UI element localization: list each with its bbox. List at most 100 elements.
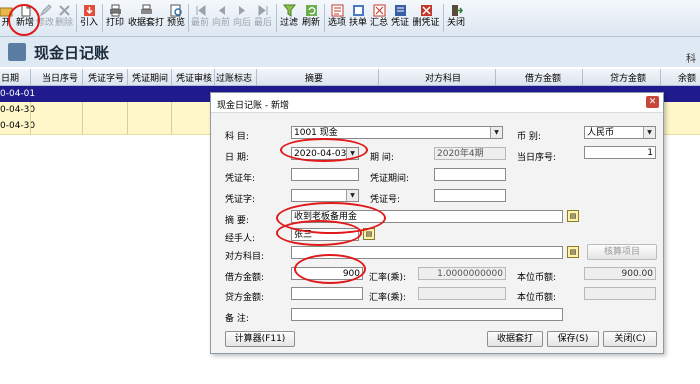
debit-amount-input[interactable]: 900 — [291, 267, 363, 280]
column-divider — [256, 69, 257, 85]
prev-icon — [218, 6, 225, 15]
column-divider — [582, 69, 583, 85]
rate1-value: 1.0000000000 — [437, 269, 503, 279]
preview-button[interactable]: 预览 — [166, 2, 186, 34]
refresh-button[interactable]: 刷新 — [301, 2, 321, 34]
voucher-word-label: 凭证字: — [225, 195, 256, 205]
column-header[interactable]: 过账标志 — [216, 71, 252, 84]
base-currency2-field — [584, 287, 656, 300]
chevron-down-icon[interactable]: ▼ — [346, 148, 358, 159]
preview-icon — [170, 4, 182, 17]
toolbar-divider — [76, 4, 77, 32]
first-record-button[interactable]: 最前 — [190, 2, 210, 34]
options-icon — [331, 4, 343, 17]
base-currency1-label: 本位币额: — [517, 273, 557, 283]
debit-label: 借方金额: — [225, 273, 265, 283]
column-header[interactable]: 对方科目 — [425, 71, 461, 84]
header-right-text: 科 — [686, 54, 696, 65]
delete-button[interactable]: 删除 — [55, 2, 73, 34]
folder-icon — [0, 7, 13, 17]
chevron-down-icon[interactable]: ▼ — [346, 190, 358, 201]
cell-divider — [127, 102, 128, 118]
column-divider — [171, 69, 172, 85]
check-items-button[interactable]: 核算项目 — [587, 244, 657, 260]
chevron-down-icon[interactable]: ▼ — [643, 127, 655, 138]
column-divider — [30, 69, 31, 85]
row-date: 0-04-01 — [0, 89, 36, 99]
toolbar-divider — [324, 4, 325, 32]
voucher-year-input[interactable] — [291, 168, 359, 181]
column-divider — [214, 69, 215, 85]
summary-input[interactable]: 收到老板备用金 — [291, 210, 563, 223]
column-header[interactable]: 凭证期间 — [132, 71, 168, 84]
receipt-print-button[interactable]: 收据套打 — [126, 2, 166, 34]
subject-select[interactable]: 1001 现金 ▼ — [291, 126, 503, 139]
rate2-label: 汇率(乘): — [369, 293, 407, 303]
filter-button[interactable]: 过滤 — [279, 2, 299, 34]
summary-icon — [373, 4, 385, 17]
column-header[interactable]: 凭证审核 — [176, 71, 212, 84]
summary-lookup-icon[interactable]: ▤ — [567, 210, 579, 222]
ledger-icon — [8, 43, 26, 61]
date-value: 2020-04-03 — [294, 149, 347, 159]
calculator-button[interactable]: 计算器(F11) — [225, 331, 295, 347]
last-icon — [258, 5, 267, 16]
handler-input[interactable]: 张三 — [291, 228, 359, 241]
receipt-print-icon — [140, 4, 152, 14]
column-divider — [127, 69, 128, 85]
certificate-button[interactable]: 凭证 — [390, 2, 410, 34]
next-record-button[interactable]: 向后 — [232, 2, 252, 34]
close-icon[interactable]: ✕ — [646, 96, 659, 108]
dialog-titlebar: 现金日记账 - 新增 ✕ — [211, 93, 663, 113]
column-header[interactable]: 当日序号 — [42, 71, 78, 84]
date-label: 日 期: — [225, 153, 249, 163]
import-icon — [83, 5, 95, 16]
delete-icon — [58, 5, 70, 16]
handler-label: 经手人: — [225, 234, 256, 244]
edit-icon — [39, 4, 52, 17]
print-button[interactable]: 打印 — [104, 2, 126, 34]
daily-seq-value: 1 — [647, 148, 653, 158]
handler-lookup-icon[interactable]: ▤ — [363, 228, 375, 240]
summary-value: 收到老板备用金 — [294, 212, 358, 222]
toolbar-divider — [102, 4, 103, 32]
column-divider — [82, 69, 83, 85]
cell-divider — [171, 118, 172, 134]
dialog-title: 现金日记账 - 新增 — [217, 101, 289, 111]
dialog-close-button[interactable]: 关闭(C) — [603, 331, 657, 347]
delete-certificate-button[interactable]: 删凭证 — [411, 2, 441, 34]
counter-account-input[interactable] — [291, 246, 563, 259]
period-value: 2020年4期 — [437, 149, 484, 159]
voucher-no-input[interactable] — [434, 189, 506, 202]
currency-select[interactable]: 人民币 ▼ — [584, 126, 656, 139]
remark-input[interactable] — [291, 308, 563, 321]
prev-record-button[interactable]: 向前 — [211, 2, 231, 34]
rate1-label: 汇率(乘): — [369, 273, 407, 283]
credit-amount-input[interactable] — [291, 287, 363, 300]
column-header[interactable]: 余额 — [678, 71, 696, 84]
exit-icon — [451, 5, 463, 16]
new-button[interactable]: 新增 — [14, 2, 36, 34]
options-button[interactable]: 选项 — [326, 2, 348, 34]
column-header[interactable]: 日期 — [1, 71, 19, 84]
import-button[interactable]: 引入 — [79, 2, 99, 34]
close-button[interactable]: 关闭 — [446, 2, 466, 34]
page-header: 现金日记账 科 — [0, 37, 700, 67]
open-button[interactable]: 开 — [0, 2, 13, 34]
receipt-print-dialog-button[interactable]: 收据套打 — [487, 331, 543, 347]
edit-button[interactable]: 修改 — [36, 2, 54, 34]
daily-seq-input[interactable]: 1 — [584, 146, 656, 159]
column-header[interactable]: 凭证字号 — [88, 71, 124, 84]
summary-button[interactable]: 汇总 — [369, 2, 389, 34]
date-picker[interactable]: 2020-04-03 ▼ — [291, 147, 359, 160]
voucher-button[interactable]: 扶单 — [348, 2, 368, 34]
column-header[interactable]: 贷方金额 — [610, 71, 646, 84]
last-record-button[interactable]: 最后 — [253, 2, 273, 34]
save-button[interactable]: 保存(S) — [547, 331, 599, 347]
voucher-period-input[interactable] — [434, 168, 506, 181]
column-header[interactable]: 摘要 — [305, 71, 323, 84]
column-header[interactable]: 借方金额 — [525, 71, 561, 84]
voucher-word-select[interactable]: ▼ — [291, 189, 359, 202]
counter-account-lookup-icon[interactable]: ▤ — [567, 246, 579, 258]
chevron-down-icon[interactable]: ▼ — [490, 127, 502, 138]
